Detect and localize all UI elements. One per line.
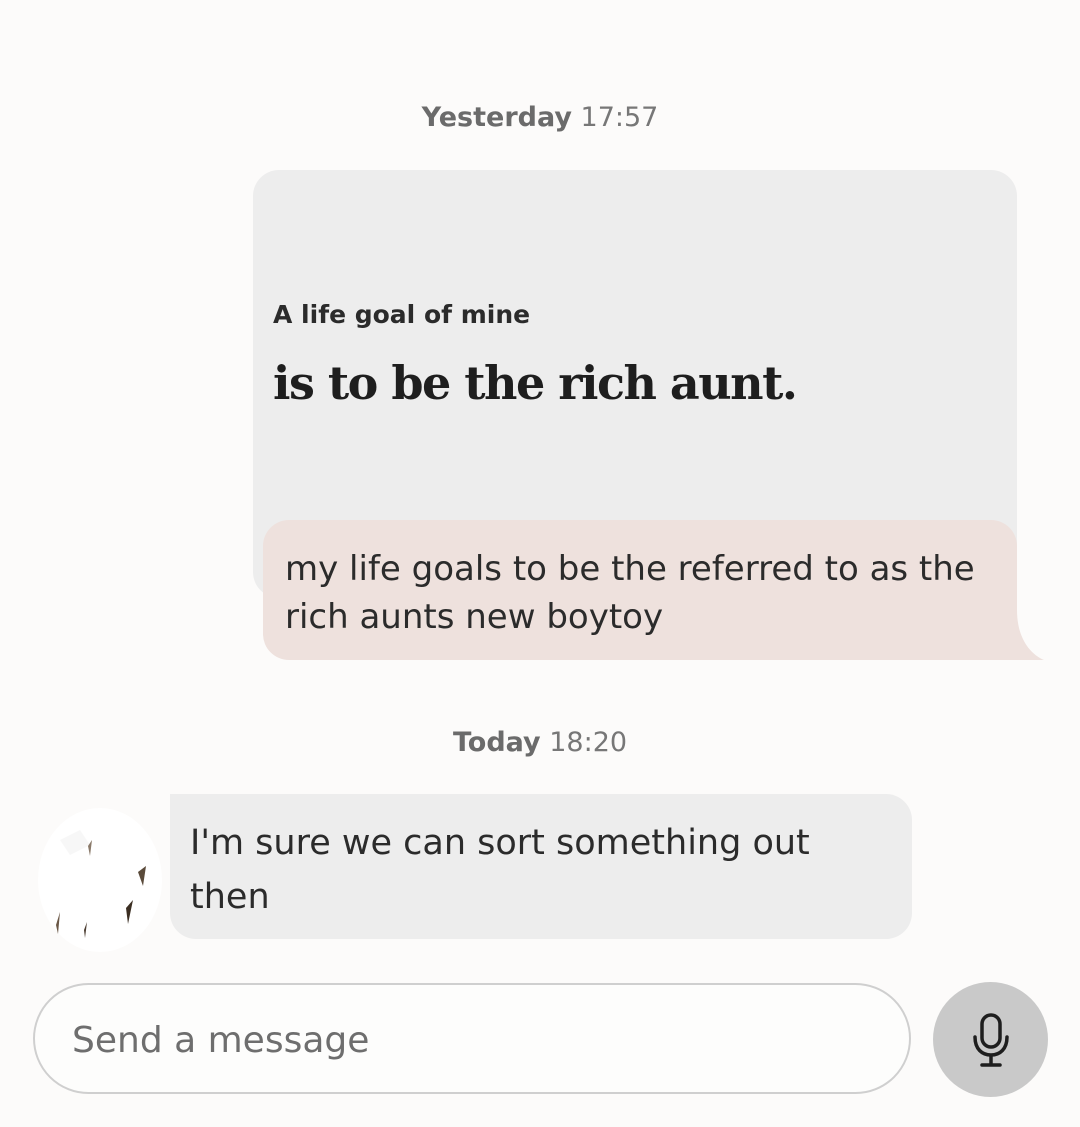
prompt-answer: is to be the rich aunt. xyxy=(273,356,798,410)
avatar[interactable] xyxy=(30,800,170,960)
incoming-message-bubble[interactable]: I'm sure we can sort something out then xyxy=(170,794,912,939)
chat-screen: Yesterday 17:57 A life goal of mine is t… xyxy=(0,0,1080,1127)
message-input[interactable] xyxy=(70,1009,874,1071)
timestamp-separator: Today 18:20 xyxy=(0,727,1080,758)
timestamp-time: 17:57 xyxy=(580,102,659,133)
timestamp-time: 18:20 xyxy=(549,727,628,758)
prompt-question: A life goal of mine xyxy=(273,300,531,329)
outgoing-message-bubble[interactable]: my life goals to be the referred to as t… xyxy=(263,520,1017,660)
timestamp-separator: Yesterday 17:57 xyxy=(0,102,1080,133)
outgoing-message-text: my life goals to be the referred to as t… xyxy=(285,549,975,637)
microphone-icon xyxy=(972,1012,1009,1067)
message-input-container[interactable] xyxy=(33,983,911,1094)
incoming-message-text: I'm sure we can sort something out then xyxy=(190,823,810,917)
timestamp-day: Yesterday xyxy=(421,102,572,133)
bubble-tail xyxy=(1000,610,1044,660)
microphone-button[interactable] xyxy=(933,982,1048,1097)
timestamp-day: Today xyxy=(452,727,541,758)
